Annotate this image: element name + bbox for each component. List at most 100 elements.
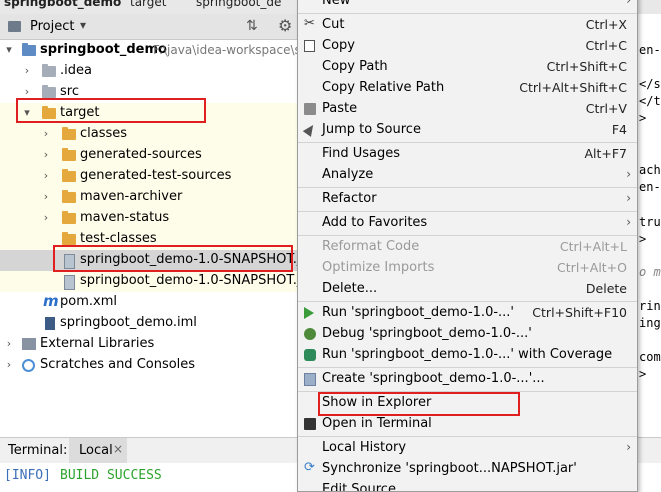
tree-row-springboot-demo[interactable]: ▾ springboot_demo F:\java\idea-workspace… [0, 40, 300, 61]
highlight-box-show-in-explorer [318, 392, 520, 416]
menu-item-local-history[interactable]: Local History › [298, 438, 637, 459]
project-panel-title[interactable]: Project [30, 19, 74, 34]
menu-item-refactor[interactable]: Refactor › [298, 189, 637, 210]
excluded-folder-icon [62, 190, 76, 203]
menu-label: New [322, 0, 351, 8]
terminal-info-prefix: [INFO] [4, 468, 51, 483]
excluded-folder-icon [62, 169, 76, 182]
menu-separator [298, 235, 637, 236]
menu-item-reformat-code[interactable]: Reformat Code Ctrl+Alt+L [298, 237, 637, 258]
highlight-box-jar [53, 245, 293, 272]
tree-row-maven-status[interactable]: › maven-status [0, 208, 300, 229]
menu-label: Copy Relative Path [322, 80, 445, 95]
chevron-right-icon[interactable]: › [41, 169, 51, 182]
menu-item-jump-to-source[interactable]: Jump to Source F4 [298, 120, 637, 141]
chevron-right-icon[interactable]: › [22, 85, 32, 98]
tree-label: springboot_demo [40, 42, 167, 57]
tree-label: maven-archiver [80, 189, 183, 204]
chevron-right-icon[interactable]: › [41, 148, 51, 161]
chevron-right-icon[interactable]: › [4, 358, 14, 371]
terminal-tab-label: Local [79, 443, 113, 458]
tree-label: springboot_demo.iml [60, 315, 197, 330]
submenu-arrow-icon: › [626, 167, 631, 181]
menu-item-edit-source[interactable]: Edit Source [298, 480, 637, 491]
tree-row-generated-test-sources[interactable]: › generated-test-sources [0, 166, 300, 187]
tree-row-jar-original[interactable]: springboot_demo-1.0-SNAPSHOT.jar. [0, 271, 300, 292]
menu-shortcut: F4 [611, 122, 627, 137]
terminal-tab-local[interactable]: Local × [69, 438, 127, 463]
tree-row-iml[interactable]: springboot_demo.iml [0, 313, 300, 334]
clipboard-icon [304, 103, 316, 115]
config-file-icon [304, 373, 316, 386]
editor-area[interactable]: en- </s </t > ach en- tru > o m rin ing … [637, 14, 661, 436]
top-strip-tab-file[interactable]: springboot_de [196, 0, 281, 9]
tree-label: src [60, 84, 79, 99]
chevron-right-icon[interactable]: › [4, 337, 14, 350]
tree-row-classes[interactable]: › classes [0, 124, 300, 145]
excluded-folder-icon [62, 211, 76, 224]
menu-separator [298, 142, 637, 143]
menu-item-paste[interactable]: Paste Ctrl+V [298, 99, 637, 120]
chevron-down-icon[interactable]: ▾ [80, 18, 86, 32]
menu-label: Analyze [322, 167, 374, 182]
menu-item-create-config[interactable]: Create 'springboot_demo-1.0-...'... [298, 369, 637, 390]
chevron-right-icon[interactable]: › [41, 190, 51, 203]
menu-label: Delete... [322, 281, 378, 296]
scratches-icon [22, 359, 35, 372]
menu-item-debug[interactable]: Debug 'springboot_demo-1.0-...' [298, 324, 637, 345]
tree-row-idea[interactable]: › .idea [0, 61, 300, 82]
project-panel-header: Project ▾ ⇅ ⚙ [0, 14, 300, 40]
top-strip-tab-target[interactable]: target [130, 0, 167, 9]
menu-item-cut[interactable]: ✂ Cut Ctrl+X [298, 15, 637, 36]
menu-item-copy-path[interactable]: Copy Path Ctrl+Shift+C [298, 57, 637, 78]
menu-item-copy[interactable]: Copy Ctrl+C [298, 36, 637, 57]
sync-icon: ⟳ [304, 460, 315, 475]
editor-line: en- [639, 43, 661, 57]
menu-item-analyze[interactable]: Analyze › [298, 165, 637, 186]
submenu-arrow-icon: › [626, 191, 631, 205]
menu-shortcut: Alt+F7 [584, 146, 627, 161]
menu-item-delete[interactable]: Delete... Delete [298, 279, 637, 300]
gear-icon[interactable]: ⚙ [278, 16, 292, 35]
menu-label: Run 'springboot_demo-1.0-...' [322, 305, 514, 320]
menu-shortcut: Ctrl+Shift+C [546, 59, 627, 74]
tree-row-generated-sources[interactable]: › generated-sources [0, 145, 300, 166]
tree-label: .idea [60, 63, 92, 78]
collapse-all-icon[interactable]: ⇅ [246, 18, 258, 34]
close-icon[interactable]: × [113, 442, 123, 456]
tree-label: External Libraries [40, 336, 155, 351]
pencil-icon [302, 122, 318, 137]
menu-label: Jump to Source [322, 122, 421, 137]
menu-shortcut: Ctrl+Alt+Shift+C [519, 80, 627, 95]
menu-item-find-usages[interactable]: Find Usages Alt+F7 [298, 144, 637, 165]
menu-item-copy-relative-path[interactable]: Copy Relative Path Ctrl+Alt+Shift+C [298, 78, 637, 99]
chevron-right-icon[interactable]: › [41, 127, 51, 140]
menu-item-synchronize[interactable]: ⟳ Synchronize 'springboot...NAPSHOT.jar' [298, 459, 637, 480]
chevron-right-icon[interactable]: › [22, 64, 32, 77]
menu-item-new[interactable]: New › [298, 0, 637, 12]
tree-row-external-libraries[interactable]: › External Libraries [0, 334, 300, 355]
editor-line: ach [639, 163, 661, 177]
menu-item-run[interactable]: Run 'springboot_demo-1.0-...' Ctrl+Shift… [298, 303, 637, 324]
menu-item-run-with-coverage[interactable]: Run 'springboot_demo-1.0-...' with Cover… [298, 345, 637, 366]
menu-label: Open in Terminal [322, 416, 432, 431]
menu-label: Refactor [322, 191, 377, 206]
menu-item-optimize-imports[interactable]: Optimize Imports Ctrl+Alt+O [298, 258, 637, 279]
library-icon [22, 338, 36, 350]
editor-line: > [639, 232, 647, 246]
chevron-right-icon[interactable]: › [41, 211, 51, 224]
terminal-label: Terminal: [8, 443, 68, 458]
tree-row-pom[interactable]: m pom.xml [0, 292, 300, 313]
menu-label: Reformat Code [322, 239, 420, 254]
menu-item-add-to-favorites[interactable]: Add to Favorites › [298, 213, 637, 234]
menu-item-open-in-terminal[interactable]: Open in Terminal [298, 414, 637, 435]
tree-label: pom.xml [60, 294, 117, 309]
tree-row-scratches[interactable]: › Scratches and Consoles [0, 355, 300, 376]
tree-label: springboot_demo-1.0-SNAPSHOT.jar. [80, 273, 300, 288]
editor-line-comment: o m [639, 265, 661, 279]
menu-label: Paste [322, 101, 358, 116]
tree-row-maven-archiver[interactable]: › maven-archiver [0, 187, 300, 208]
menu-label: Find Usages [322, 146, 401, 161]
chevron-down-icon[interactable]: ▾ [4, 43, 14, 56]
menu-separator [298, 436, 637, 437]
